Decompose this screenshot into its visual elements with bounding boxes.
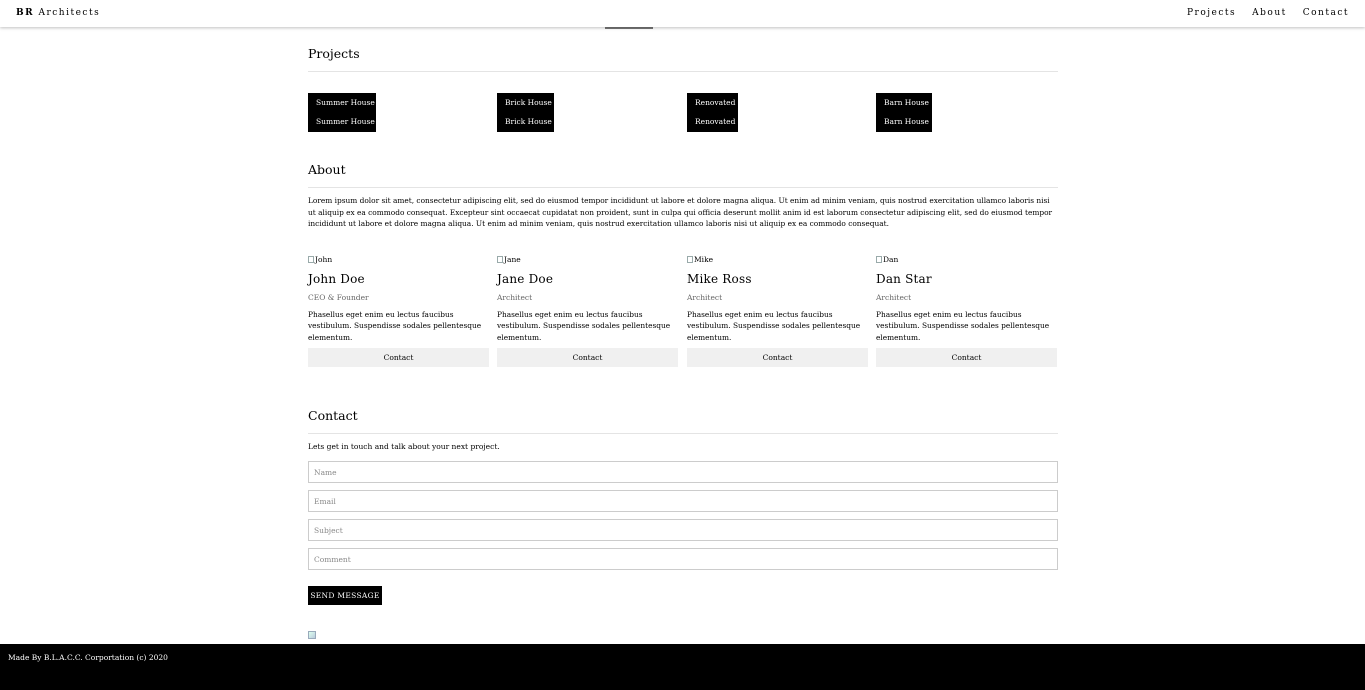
project-title: Brick House — [505, 98, 552, 107]
team-member-photo: Mike — [687, 254, 868, 264]
contact-intro: Lets get in touch and talk about your ne… — [308, 442, 500, 451]
nav-link-about[interactable]: About — [1252, 8, 1287, 18]
brand-name: Architects — [34, 8, 101, 18]
project-title: Renovated — [695, 98, 736, 107]
team-member-card: Mike Mike Ross Architect Phasellus eget … — [687, 254, 868, 367]
team-member-role: Architect — [687, 293, 723, 302]
team-member-name: Dan Star — [876, 272, 932, 286]
team-member-name: Jane Doe — [497, 272, 554, 286]
projects-divider — [308, 71, 1058, 72]
contact-button[interactable]: Contact — [876, 347, 1057, 367]
contact-button[interactable]: Contact — [497, 347, 678, 367]
nav-link-projects[interactable]: Projects — [1187, 8, 1236, 18]
broken-image-icon — [687, 255, 693, 263]
project-card-barn-house[interactable]: Barn House Barn House — [876, 93, 932, 132]
top-navbar: BR Architects Projects About Contact — [0, 0, 1365, 27]
broken-image-icon — [308, 631, 316, 639]
broken-image-icon — [497, 255, 503, 263]
team-member-role: Architect — [876, 293, 912, 302]
team-member-description: Phasellus eget enim eu lectus faucibus v… — [497, 310, 671, 342]
footer: Made By B.L.A.C.C. Corportation (c) 2020 — [0, 644, 1365, 690]
team-member-photo: Dan — [876, 254, 1057, 264]
team-member-role: CEO & Founder — [308, 293, 369, 302]
team-member-description: Phasellus eget enim eu lectus faucibus v… — [687, 310, 861, 342]
about-paragraph: Lorem ipsum dolor sit amet, consectetur … — [308, 196, 1053, 228]
contact-button[interactable]: Contact — [308, 347, 489, 367]
broken-image-icon — [308, 255, 314, 263]
subject-field[interactable]: Subject — [308, 519, 1058, 541]
team-member-name: John Doe — [308, 272, 365, 286]
projects-heading: Projects — [308, 46, 360, 61]
team-member-role: Architect — [497, 293, 533, 302]
about-heading: About — [308, 162, 346, 177]
footer-copyright: Made By B.L.A.C.C. Corportation (c) 2020 — [8, 653, 168, 662]
team-member-description: Phasellus eget enim eu lectus faucibus v… — [308, 310, 482, 342]
team-member-photo: John — [308, 254, 489, 264]
comment-field[interactable]: Comment — [308, 548, 1058, 570]
brand-bold: BR — [16, 8, 35, 18]
team-member-name: Mike Ross — [687, 272, 752, 286]
project-title: Summer House — [316, 98, 375, 107]
project-card-renovated[interactable]: Renovated Renovated — [687, 93, 738, 132]
broken-image-icon — [876, 255, 882, 263]
nav-links: Projects About Contact — [1187, 8, 1349, 18]
team-member-card: Jane Jane Doe Architect Phasellus eget e… — [497, 254, 678, 367]
project-card-brick-house[interactable]: Brick House Brick House — [497, 93, 554, 132]
nav-link-contact[interactable]: Contact — [1303, 8, 1349, 18]
send-message-button[interactable]: SEND MESSAGE — [308, 586, 382, 605]
team-member-photo: Jane — [497, 254, 678, 264]
team-member-description: Phasellus eget enim eu lectus faucibus v… — [876, 310, 1050, 342]
scroll-indicator — [605, 27, 653, 29]
project-subtitle: Summer House — [316, 117, 375, 126]
contact-divider — [308, 433, 1058, 434]
brand-logo[interactable]: BR Architects — [16, 8, 100, 18]
project-subtitle: Brick House — [505, 117, 552, 126]
email-field[interactable]: Email — [308, 490, 1058, 512]
about-divider — [308, 187, 1058, 188]
project-subtitle: Barn House — [884, 117, 929, 126]
contact-heading: Contact — [308, 408, 358, 423]
project-title: Barn House — [884, 98, 929, 107]
project-subtitle: Renovated — [695, 117, 736, 126]
team-member-card: Dan Dan Star Architect Phasellus eget en… — [876, 254, 1057, 367]
project-card-summer-house[interactable]: Summer House Summer House — [308, 93, 376, 132]
contact-button[interactable]: Contact — [687, 347, 868, 367]
name-field[interactable]: Name — [308, 461, 1058, 483]
team-member-card: John John Doe CEO & Founder Phasellus eg… — [308, 254, 489, 367]
